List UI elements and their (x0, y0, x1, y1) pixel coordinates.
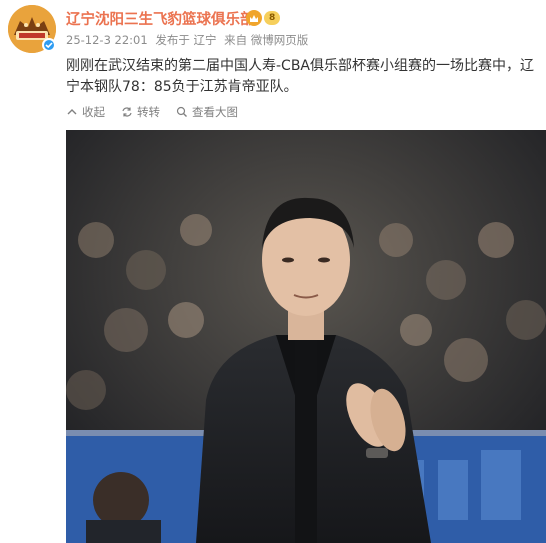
magnify-icon (176, 106, 187, 117)
view-large-button[interactable]: 查看大图 (176, 104, 238, 120)
verified-check-icon (42, 38, 56, 52)
post-time[interactable]: 25-12-3 22:01 (66, 33, 148, 47)
post-meta: 25-12-3 22:01 发布于 辽宁 来自 微博网页版 (66, 32, 312, 48)
collapse-button[interactable]: 收起 (66, 104, 105, 120)
repost-label: 转转 (137, 105, 160, 119)
post-content: 刚刚在武汉结束的第二届中国人寿-CBA俱乐部杯赛小组赛的一场比赛中，辽宁本钢队7… (66, 58, 535, 95)
post-photo[interactable] (66, 130, 546, 543)
collapse-arrow-icon (67, 109, 77, 115)
post-source: 来自 微博网页版 (224, 33, 309, 47)
user-badges: 8 (246, 10, 281, 26)
collapse-label: 收起 (82, 105, 105, 119)
repost-button[interactable]: 转转 (121, 104, 160, 120)
view-large-label: 查看大图 (192, 105, 238, 119)
media-toolbar: 收起 转转 查看大图 (66, 104, 254, 120)
account-name[interactable]: 辽宁沈阳三生飞豹篮球俱乐部 (66, 8, 255, 29)
repost-icon (122, 107, 132, 117)
post-location: 发布于 辽宁 (155, 33, 217, 47)
level-badge: 8 (264, 11, 281, 25)
crown-icon (246, 10, 262, 26)
